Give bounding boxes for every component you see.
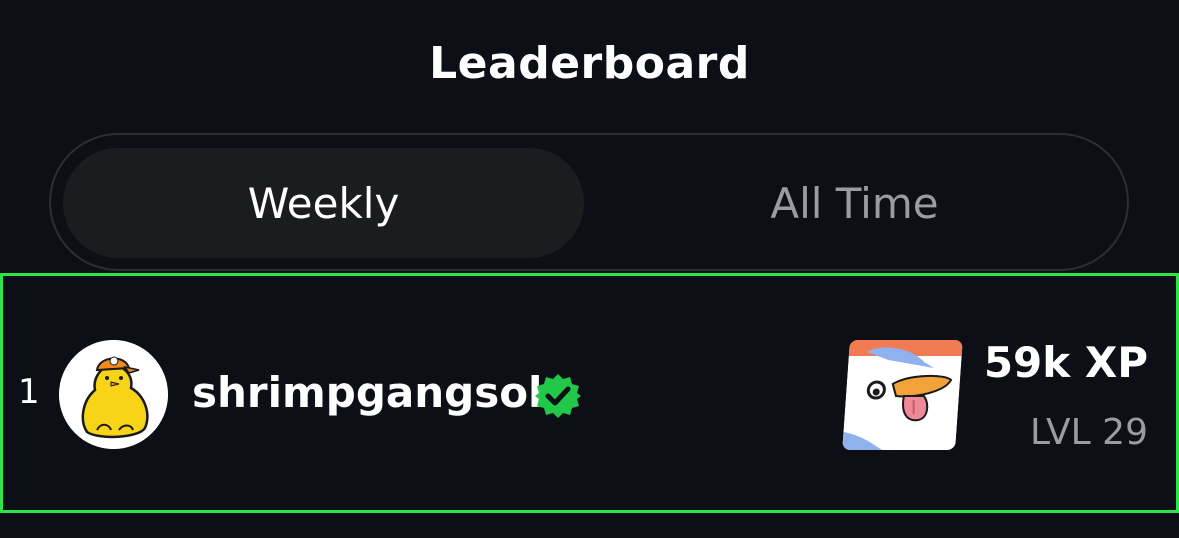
xp-value: 59k XP <box>983 338 1148 387</box>
rank-number: 1 <box>18 372 40 412</box>
leaderboard-screen: Leaderboard Weekly All Time 1 shrimpgang… <box>0 0 1179 538</box>
tab-all-time[interactable]: All Time <box>594 148 1115 258</box>
period-segmented-control: Weekly All Time <box>49 133 1129 271</box>
yellow-duck-avatar-icon[interactable] <box>59 340 168 449</box>
leaderboard-row[interactable]: 1 shrimpgangsol 59k XP LVL 29 <box>0 273 1179 513</box>
username[interactable]: shrimpgangsol <box>192 368 542 417</box>
level-value: LVL 29 <box>1029 412 1148 453</box>
duck-tongue-nft-icon <box>842 340 963 450</box>
tab-weekly[interactable]: Weekly <box>63 148 584 258</box>
page-title: Leaderboard <box>429 38 750 89</box>
verified-badge-icon <box>534 372 582 420</box>
